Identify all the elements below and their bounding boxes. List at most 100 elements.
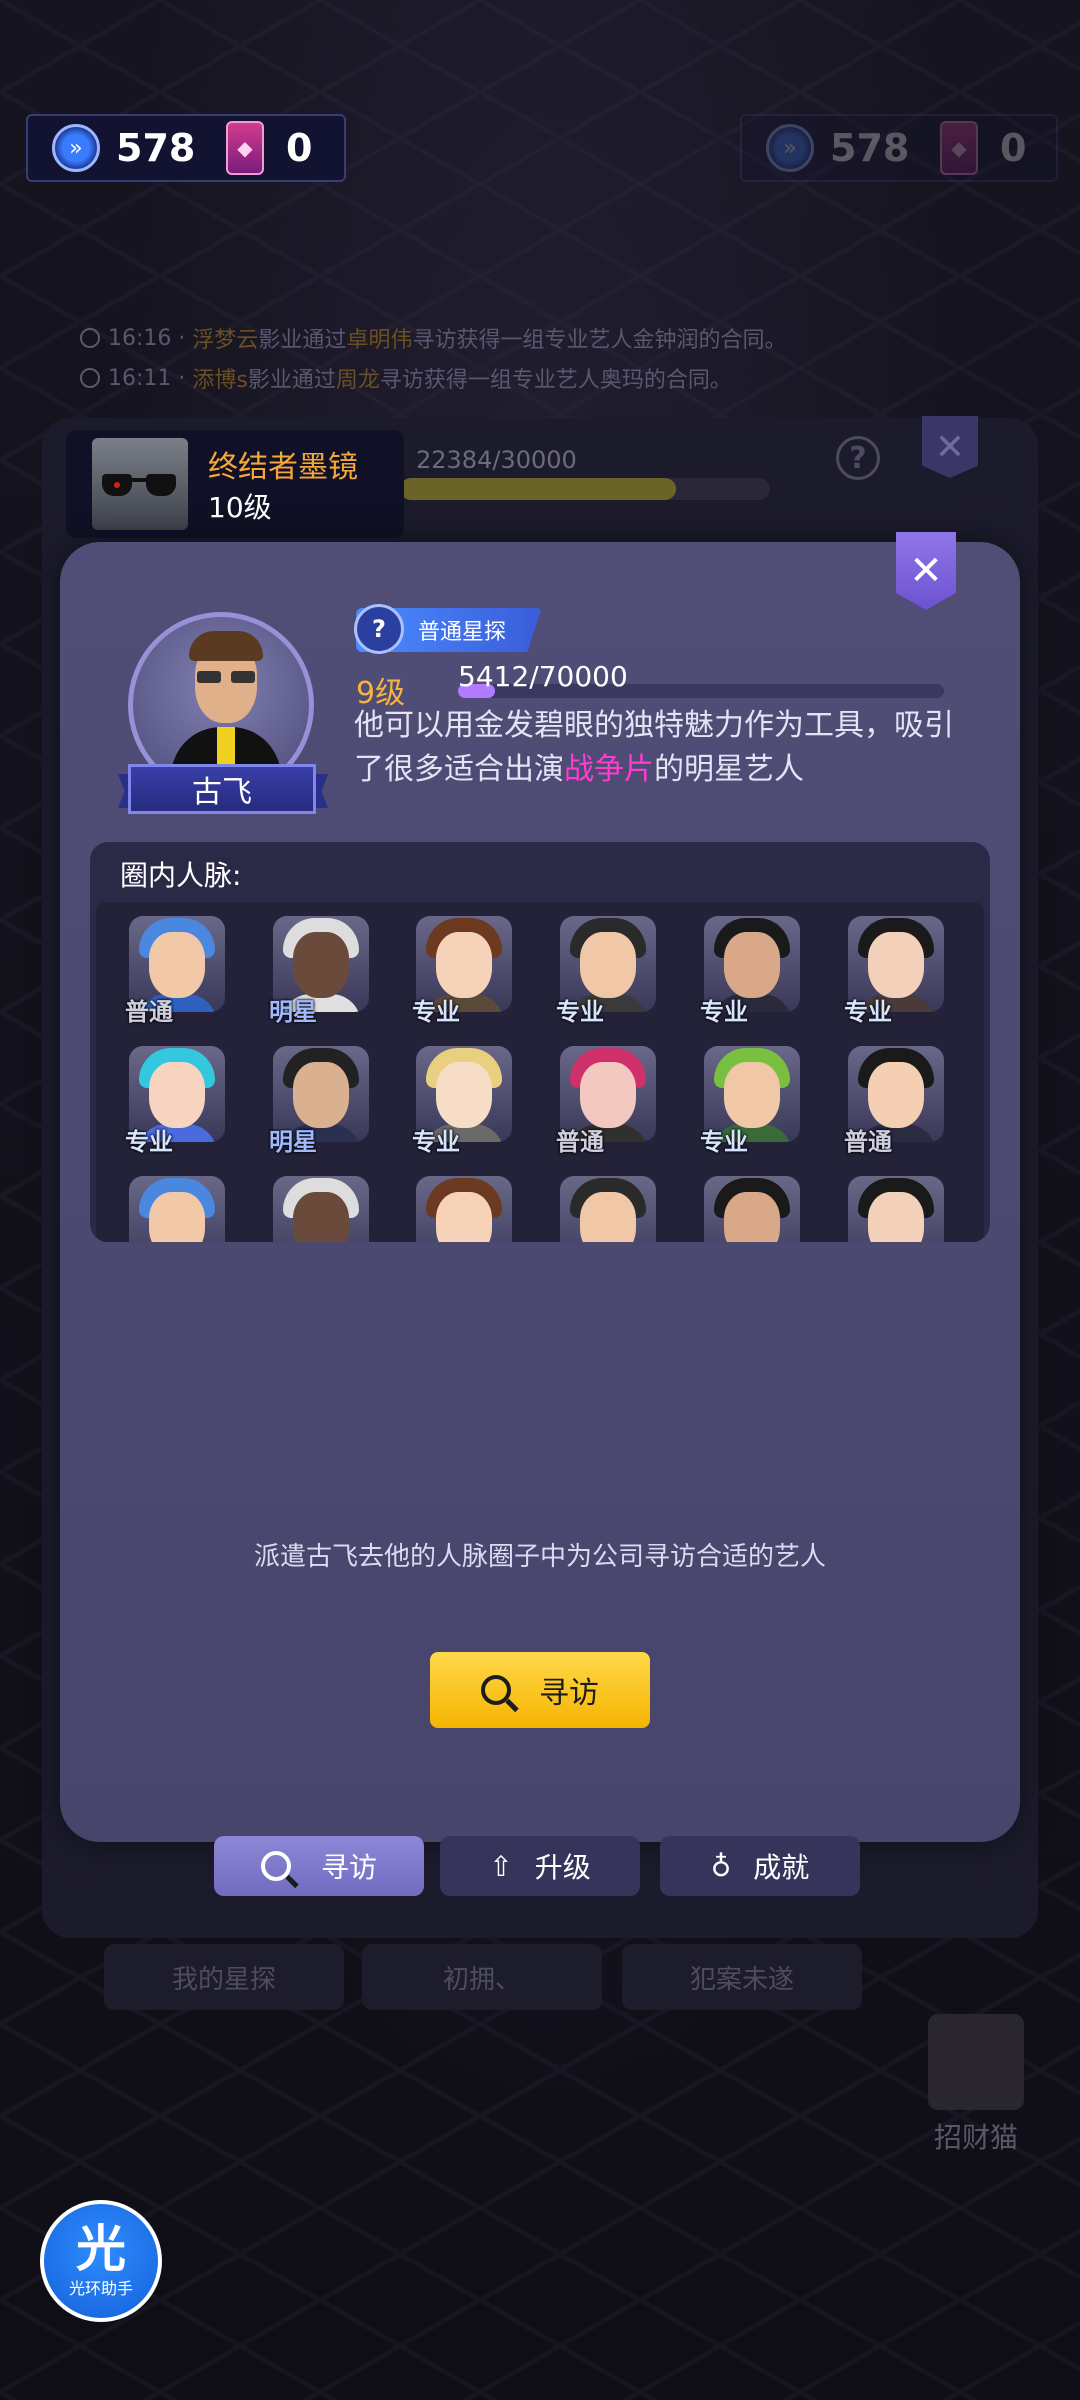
medal-icon: ♁ [710, 1849, 732, 1883]
panel-close-button[interactable]: ✕ [922, 416, 978, 478]
sunglasses-icon [92, 438, 188, 530]
connection-tier-label: 专业 [844, 998, 892, 1026]
search-icon [481, 1675, 511, 1705]
upgrade-arrow-icon: ⇧ [489, 1849, 513, 1883]
speedup-timer-icon: » [766, 124, 814, 172]
resource-bar-right: » 578 ◆ 0 [740, 114, 1058, 182]
news-text: 影业通过 [258, 328, 347, 353]
card-ticket-icon: ◆ [226, 121, 264, 175]
scout-type-icon: ? [354, 604, 404, 654]
xp-text: 5412/70000 [458, 660, 628, 693]
connection-tier-label: 普通 [556, 1128, 604, 1156]
scout-description: 他可以用金发碧眼的独特魅力作为工具，吸引了很多适合出演战争片的明星艺人 [354, 704, 954, 792]
genre-highlight: 战争片 [564, 752, 654, 787]
avatar-face [293, 932, 349, 998]
avatar-face [149, 1062, 205, 1128]
timer-count: 578 [116, 126, 196, 170]
search-button[interactable]: 寻访 [430, 1652, 650, 1728]
connection-tier-label: 普通 [125, 998, 173, 1026]
connection-avatar[interactable] [273, 1176, 369, 1242]
connection-tier-label: 专业 [412, 998, 460, 1026]
tab-achievement[interactable]: ♁ 成就 [660, 1836, 860, 1896]
clock-icon [80, 328, 100, 348]
avatar-face [149, 932, 205, 998]
dim-tab-3: 犯案未遂 [622, 1944, 862, 2010]
item-name: 终结者墨镜 [208, 450, 358, 485]
clock-icon [80, 368, 100, 388]
news-studio: 浮梦云 [192, 328, 259, 353]
connection-tier-label: 专业 [700, 998, 748, 1026]
news-separator: · [178, 325, 186, 351]
avatar-face [580, 1192, 636, 1242]
hint-text: 派遣古飞去他的人脉圈子中为公司寻访合适的艺人 [253, 1542, 826, 1572]
connection-tier-label: 专业 [125, 1128, 173, 1156]
equipped-item-badge[interactable]: 终结者墨镜 10级 [66, 430, 404, 538]
helper-label: 光环助手 [68, 2279, 133, 2298]
card-count: 0 [286, 126, 313, 170]
helper-logo-text: 光 [76, 2220, 126, 2278]
help-icon[interactable]: ? [836, 436, 880, 480]
news-studio: 添博s [192, 368, 248, 393]
connections-title: 圈内人脉: [120, 859, 242, 892]
resource-bar-left: » 578 ◆ 0 [26, 114, 346, 182]
avatar-face [724, 932, 780, 998]
avatar-face [436, 932, 492, 998]
news-time: 16:16 [108, 325, 172, 351]
connection-avatar[interactable] [416, 1176, 512, 1242]
avatar-face [293, 1062, 349, 1128]
dim-tab-2: 初拥、 [362, 1944, 602, 2010]
connection-tier-label: 明星 [269, 998, 317, 1026]
tab-upgrade[interactable]: ⇧ 升级 [440, 1836, 640, 1896]
helper-app-button[interactable]: 光 光环助手 [40, 2200, 162, 2322]
scout-type-label: 普通星探 [418, 620, 507, 645]
connection-tier-label: 普通 [844, 1128, 892, 1156]
news-scout: 卓明伟 [346, 328, 413, 353]
news-line-2: 16:11 · 添博s 影业通过 周龙 寻访获得一组专业艺人奥玛的合同。 [80, 362, 732, 394]
speedup-timer-icon: » [52, 124, 100, 172]
news-scout: 周龙 [335, 368, 380, 393]
office-progress-fill [400, 478, 676, 500]
timer-count: 578 [830, 126, 910, 170]
card-ticket-icon: ◆ [940, 121, 978, 175]
connection-avatar[interactable] [129, 1176, 225, 1242]
tab-label: 成就 [753, 1851, 810, 1884]
dim-tab-label: 初拥、 [442, 1964, 521, 1995]
avatar-face [868, 1062, 924, 1128]
connection-tier-label: 明星 [269, 1128, 317, 1156]
connection-tier-label: 专业 [412, 1128, 460, 1156]
news-time: 16:11 [108, 365, 172, 391]
tab-search[interactable]: 寻访 [214, 1836, 424, 1896]
avatar-face [436, 1192, 492, 1242]
connection-tier-label: 专业 [700, 1128, 748, 1156]
connection-tier-label: 专业 [556, 998, 604, 1026]
avatar-face [149, 1192, 205, 1242]
connection-avatar[interactable] [704, 1176, 800, 1242]
connections-grid[interactable]: 普通 明星 专业 专业 专业 专业 专业 明星 专业 普通 专业 普通 [96, 902, 984, 1242]
dim-tab-label: 犯案未遂 [689, 1964, 794, 1995]
search-icon [260, 1851, 291, 1881]
avatar-face [724, 1062, 780, 1128]
item-level: 10级 [208, 491, 272, 524]
office-progress-text: 22384/30000 [416, 446, 577, 474]
connection-avatar[interactable] [848, 1176, 944, 1242]
news-text: 寻访获得一组专业艺人奥玛的合同。 [379, 368, 732, 393]
avatar-face [868, 932, 924, 998]
connection-avatar[interactable] [560, 1176, 656, 1242]
avatar-face [580, 1062, 636, 1128]
scout-name: 古飞 [128, 764, 316, 814]
tab-label: 寻访 [320, 1851, 377, 1884]
dim-tab-my-scouts: 我的星探 [104, 1944, 344, 2010]
lucky-cat-icon [928, 2014, 1024, 2110]
news-text: 寻访获得一组专业艺人金钟润的合同。 [412, 328, 787, 353]
dim-tab-label: 我的星探 [171, 1964, 276, 1995]
avatar-face [436, 1062, 492, 1128]
avatar-face [868, 1192, 924, 1242]
news-separator: · [178, 365, 186, 391]
avatar-face [580, 932, 636, 998]
search-button-label: 寻访 [539, 1676, 599, 1711]
avatar-face [724, 1192, 780, 1242]
lucky-cat-label: 招财猫 [934, 2121, 1019, 2154]
news-text: 影业通过 [247, 368, 336, 393]
tab-label: 升级 [534, 1851, 591, 1884]
card-count: 0 [1000, 126, 1027, 170]
